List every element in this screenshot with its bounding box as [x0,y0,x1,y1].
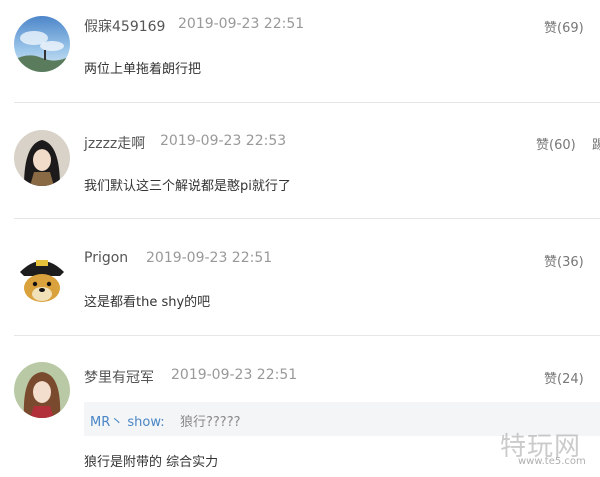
like-button[interactable]: 赞(36) [544,251,584,270]
divider [14,102,600,103]
avatar-dog-pirate-hat-icon [14,248,70,304]
avatar-girl-brown-hair-icon [14,362,70,418]
comment-content: 这是都看the shy的吧 [84,295,211,310]
user-avatar[interactable] [14,362,70,418]
like-button[interactable]: 赞(24) [544,368,584,387]
watermark-url: www.te5.com [518,456,586,467]
username[interactable]: 梦里有冠军 [84,367,154,387]
avatar-sky-landscape-icon [14,16,70,72]
username[interactable]: jzzzz走啊 [84,133,145,153]
comment-content: 狼行是附带的 综合实力 [84,455,219,470]
comment-content: 两位上单拖着朗行把 [84,62,202,77]
user-avatar[interactable] [14,248,70,304]
user-avatar[interactable] [14,130,70,186]
comment-time: 2019-09-23 22:51 [178,16,305,32]
divider [14,218,600,219]
comment-content: 我们默认这三个解说都是憨pi就行了 [84,179,291,194]
comment-time: 2019-09-23 22:53 [160,133,287,149]
username[interactable]: Prigon [84,250,128,266]
comment-time: 2019-09-23 22:51 [171,367,298,383]
divider [14,335,600,336]
quoted-username[interactable]: MR丶 show: [90,411,165,430]
comment-time: 2019-09-23 22:51 [146,250,273,266]
quoted-text: 狼行????? [180,415,241,430]
like-button[interactable]: 赞(60) [536,134,576,153]
user-avatar[interactable] [14,16,70,72]
comment-list: 假寐459169 2019-09-23 22:51 赞(69) 两位上单拖着朗行… [0,0,600,477]
truncated-action-label[interactable]: 踢 [592,134,600,153]
avatar-dark-hair-anime-icon [14,130,70,186]
username[interactable]: 假寐459169 [84,16,165,36]
reply-quote: MR丶 show: 狼行????? [84,402,600,436]
like-button[interactable]: 赞(69) [544,17,584,36]
